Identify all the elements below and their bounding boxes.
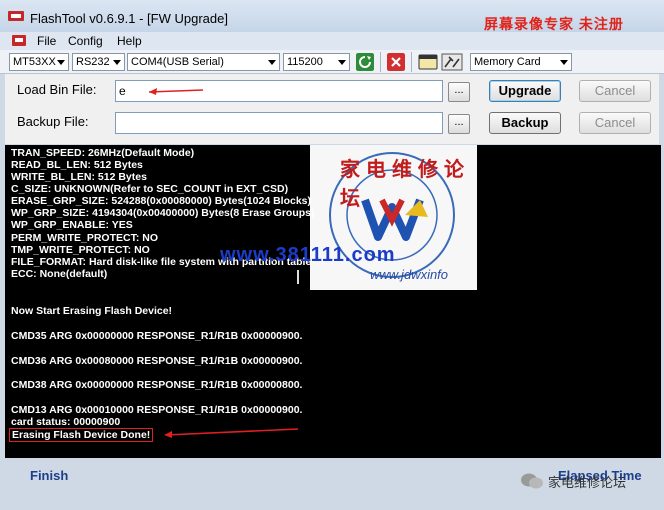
log-line: card status: 00000900 xyxy=(11,416,121,428)
log-line: CMD35 ARG 0x00000000 RESPONSE_R1/R1B 0x0… xyxy=(11,330,303,342)
log-line: WP_GRP_SIZE: 4194304(0x00400000) Bytes(8… xyxy=(11,207,315,219)
menu-bar: File Config Help xyxy=(0,32,664,50)
window-title: FlashTool v0.6.9.1 - [FW Upgrade] xyxy=(30,11,228,26)
site-watermark: www.381111.com xyxy=(220,244,396,266)
upgrade-button[interactable]: Upgrade xyxy=(489,80,561,102)
log-line: Now Start Erasing Flash Device! xyxy=(11,305,173,317)
wechat-account-label: 家电维修论坛 xyxy=(548,475,627,490)
log-line: CMD38 ARG 0x00000000 RESPONSE_R1/R1B 0x0… xyxy=(11,379,303,391)
tools-icon[interactable] xyxy=(441,53,463,71)
log-line: TRAN_SPEED: 26MHz(Default Mode) xyxy=(11,147,195,159)
storage-type-select[interactable]: Memory Card xyxy=(470,53,572,71)
log-line-erase-done: Erasing Flash Device Done! xyxy=(9,428,154,442)
backup-file-label: Backup File: xyxy=(17,114,89,129)
backup-browse-button[interactable]: ... xyxy=(448,114,470,134)
log-line: CMD13 ARG 0x00010000 RESPONSE_R1/R1B 0x0… xyxy=(11,404,303,416)
chevron-down-icon xyxy=(560,60,568,65)
chevron-down-icon xyxy=(113,60,121,65)
log-line: CMD36 ARG 0x00080000 RESPONSE_R1/R1B 0x0… xyxy=(11,355,303,367)
chip-select-value: MT53XX xyxy=(13,56,56,68)
settings-panel-icon[interactable] xyxy=(418,53,438,71)
log-line: PERM_WRITE_PROTECT: NO xyxy=(11,232,159,244)
load-bin-browse-button[interactable]: ... xyxy=(448,82,470,102)
menu-config[interactable]: Config xyxy=(68,34,103,48)
toolbar-divider xyxy=(411,52,412,72)
toolbar: MT53XX RS232 COM4(USB Serial) 115200 Mem… xyxy=(0,50,664,74)
title-bar: FlashTool v0.6.9.1 - [FW Upgrade] 屏幕录像专家… xyxy=(0,0,664,32)
log-line: ERASE_GRP_SIZE: 524288(0x00080000) Bytes… xyxy=(11,195,312,207)
recorder-watermark: 屏幕录像专家 未注册 xyxy=(484,16,624,32)
chevron-down-icon xyxy=(268,60,276,65)
system-menu-icon[interactable] xyxy=(12,34,26,47)
status-bar: Finish Elapsed Time 家电维修论坛 xyxy=(0,460,664,510)
log-line: WP_GRP_ENABLE: YES xyxy=(11,219,133,231)
port-type-value: RS232 xyxy=(76,56,110,68)
toolbar-divider xyxy=(380,52,381,72)
log-console: 家电维修论坛 www.jdwxinfo TRAN_SPEED: 26MHz(De… xyxy=(5,145,661,458)
menu-file[interactable]: File xyxy=(37,34,56,48)
com-port-value: COM4(USB Serial) xyxy=(131,56,224,68)
baud-rate-select[interactable]: 115200 xyxy=(283,53,350,71)
stop-icon[interactable] xyxy=(387,53,405,71)
status-finish: Finish xyxy=(30,468,69,483)
text-cursor-icon xyxy=(297,270,299,284)
log-line: C_SIZE: UNKNOWN(Refer to SEC_COUNT in EX… xyxy=(11,183,289,195)
annotation-arrow xyxy=(148,88,204,95)
forum-logo-text: 家电维修论坛 xyxy=(340,159,470,210)
log-line: ECC: None(default) xyxy=(11,268,108,280)
port-type-select[interactable]: RS232 xyxy=(72,53,125,71)
load-bin-label: Load Bin File: xyxy=(17,82,97,97)
backup-file-input[interactable] xyxy=(115,112,443,134)
com-port-select[interactable]: COM4(USB Serial) xyxy=(127,53,280,71)
flashtool-app-icon xyxy=(8,11,24,21)
menu-help[interactable]: Help xyxy=(117,34,142,48)
annotation-arrow xyxy=(164,428,299,438)
chevron-down-icon xyxy=(338,60,346,65)
storage-type-value: Memory Card xyxy=(474,56,541,68)
wechat-icon xyxy=(521,473,543,489)
file-panel: Load Bin File: e ... Upgrade Cancel Back… xyxy=(5,74,659,144)
backup-button[interactable]: Backup xyxy=(489,112,561,134)
connect-icon[interactable] xyxy=(356,53,374,71)
log-line: READ_BL_LEN: 512 Bytes xyxy=(11,159,143,171)
chip-select[interactable]: MT53XX xyxy=(9,53,69,71)
forum-watermark-logo: 家电维修论坛 www.jdwxinfo xyxy=(310,145,477,290)
backup-cancel-button[interactable]: Cancel xyxy=(579,112,651,134)
forum-logo-url: www.jdwxinfo xyxy=(370,267,449,282)
chevron-down-icon xyxy=(57,60,65,65)
log-line: WRITE_BL_LEN: 512 Bytes xyxy=(11,171,147,183)
baud-rate-value: 115200 xyxy=(287,56,323,68)
log-line: TMP_WRITE_PROTECT: NO xyxy=(11,244,150,256)
upgrade-cancel-button[interactable]: Cancel xyxy=(579,80,651,102)
